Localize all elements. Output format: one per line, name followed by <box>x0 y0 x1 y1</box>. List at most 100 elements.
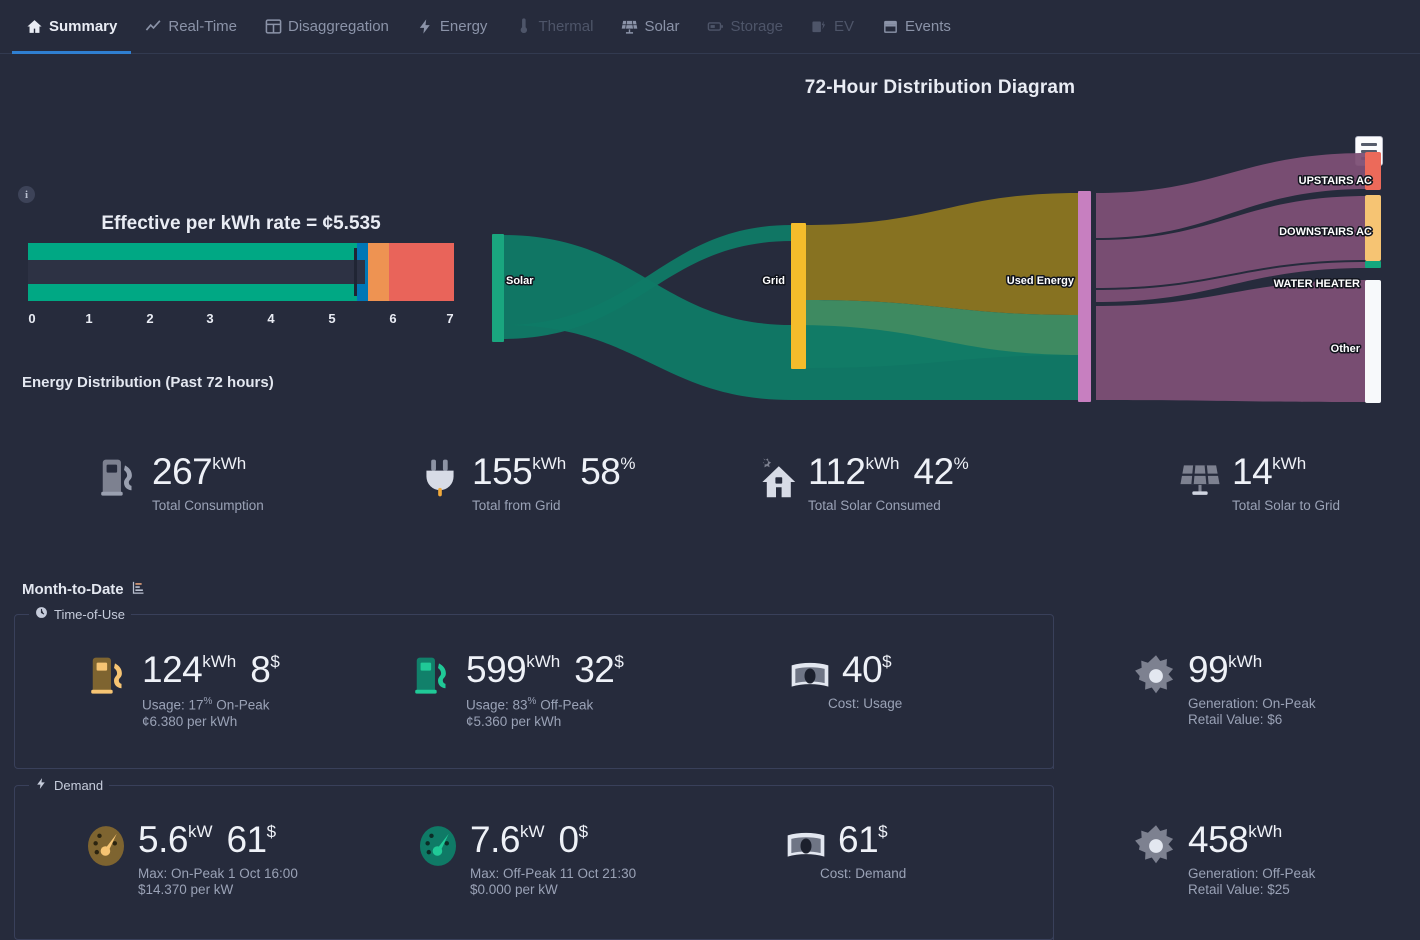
info-icon[interactable]: i <box>18 186 35 203</box>
report-icon[interactable] <box>131 580 146 599</box>
stat-cost-demand: 61 $ Cost: Demand <box>662 820 982 897</box>
stat-unit: kW <box>187 822 213 841</box>
stat-caption-2: Retail Value: $25 <box>1188 882 1290 897</box>
stat-caption: Generation: Off-Peak <box>1188 866 1316 881</box>
stat-caption: Cost: Usage <box>828 696 903 711</box>
time-of-use-stats: 124 kWh 8 $ Usage: 17% On-Peak ¢6.380 pe… <box>22 650 982 729</box>
stat-value: 124 <box>142 649 203 690</box>
tab-events[interactable]: Events <box>868 0 965 54</box>
stat-unit: $ <box>878 822 888 841</box>
stat-body: 7.6 kW 0 $ Max: Off-Peak 11 Oct 21:30 $0… <box>464 820 636 898</box>
stat-value-secondary: 32 <box>574 649 615 690</box>
tab-disaggregation[interactable]: Disaggregation <box>251 0 403 54</box>
fuel-pump-icon <box>94 452 146 504</box>
gauge-onpeak-icon <box>80 820 132 872</box>
month-to-date-label: Month-to-Date <box>22 581 124 598</box>
time-of-use-legend: Time-of-Use <box>29 606 131 622</box>
solar-panel-icon <box>621 18 638 35</box>
stat-body: 267 kWh Total Consumption <box>146 452 264 514</box>
stat-caption: Usage: 83% Off-Peak <box>466 696 624 713</box>
stat-value-line: 5.6 kW 61 $ <box>138 820 298 860</box>
bullet-target-marker <box>354 248 357 296</box>
stat-unit: kWh <box>1248 822 1283 841</box>
stat-caption: Total Solar to Grid <box>1232 498 1341 513</box>
tab-real-time[interactable]: Real-Time <box>131 0 251 54</box>
stat-caption-2: $14.370 per kW <box>138 882 234 897</box>
tab-label: EV <box>834 18 855 35</box>
stat-unit-secondary: $ <box>614 652 624 671</box>
stat-body: 5.6 kW 61 $ Max: On-Peak 1 Oct 16:00 $14… <box>132 820 298 898</box>
demand-legend: Demand <box>29 777 109 793</box>
stat-value-secondary: 42 <box>913 451 955 492</box>
caption-text-post: Off-Peak <box>536 697 594 713</box>
stat-total-from-grid: 155 kWh 58 % Total from Grid <box>366 452 710 513</box>
caption-text: Usage: 83 <box>466 697 528 713</box>
time-of-use-label: Time-of-Use <box>54 606 126 622</box>
stat-value: 7.6 <box>470 819 520 860</box>
stat-value: 112 <box>808 451 866 492</box>
stat-value-line: 40 $ <box>842 650 902 690</box>
sankey-node-used-energy <box>1078 191 1091 402</box>
stat-unit: kWh <box>532 454 567 473</box>
stat-value-secondary: 0 <box>558 819 579 860</box>
stat-generation-on-peak: 99 kWh Generation: On-Peak Retail Value:… <box>1130 650 1316 727</box>
tab-energy[interactable]: Energy <box>403 0 502 54</box>
stat-unit: kW <box>519 822 545 841</box>
stat-unit: kWh <box>202 652 237 671</box>
bullet-range-3 <box>368 243 389 301</box>
plug-icon <box>414 452 466 504</box>
stat-off-peak-usage: 599 kWh 32 $ Usage: 83% Off-Peak ¢5.360 … <box>322 650 662 729</box>
tab-storage[interactable]: Storage <box>693 0 797 54</box>
stat-caption: Cost: Demand <box>820 866 907 881</box>
tab-label: Thermal <box>538 18 594 35</box>
sankey-node-label: Other <box>1331 343 1361 355</box>
tab-thermal[interactable]: Thermal <box>501 0 607 54</box>
stat-value: 14 <box>1232 451 1273 492</box>
chart-line-icon <box>145 18 162 35</box>
stat-caption-2: ¢5.360 per kWh <box>466 713 562 729</box>
bolt-icon <box>417 18 434 35</box>
bullet-chart: 0 1 2 3 4 5 6 7 <box>28 243 454 343</box>
stat-value: 458 <box>1188 819 1249 860</box>
money-icon <box>780 820 832 872</box>
stat-body: 99 kWh Generation: On-Peak Retail Value:… <box>1182 650 1316 728</box>
stat-value-line: 267 kWh <box>152 452 264 492</box>
grid-icon <box>265 18 282 35</box>
stat-value-line: 99 kWh <box>1188 650 1316 690</box>
stat-unit: kWh <box>526 652 561 671</box>
stat-value: 267 <box>152 451 213 492</box>
axis-tick: 2 <box>146 311 154 326</box>
main-tab-bar: Summary Real-Time Disaggregation Energy <box>0 0 1420 54</box>
demand-stats: 5.6 kW 61 $ Max: On-Peak 1 Oct 16:00 $14… <box>22 820 982 897</box>
stat-value-line: 599 kWh 32 $ <box>466 650 624 690</box>
tab-summary[interactable]: Summary <box>12 0 132 54</box>
stat-cost-usage: 40 $ Cost: Usage <box>662 650 982 729</box>
stat-caption-2: ¢6.380 per kWh <box>142 713 238 729</box>
stat-generation-off-peak: 458 kWh Generation: Off-Peak Retail Valu… <box>1130 820 1315 897</box>
stat-body: 599 kWh 32 $ Usage: 83% Off-Peak ¢5.360 … <box>460 650 624 729</box>
fuel-pump-onpeak-icon <box>84 650 136 702</box>
stat-value-line: 124 kWh 8 $ <box>142 650 280 690</box>
stat-caption-2: Retail Value: $6 <box>1188 712 1283 727</box>
stat-caption: Usage: 17% On-Peak <box>142 696 280 713</box>
stat-body: 61 $ Cost: Demand <box>820 820 906 882</box>
bullet-chart-title: Effective per kWh rate = ¢5.535 <box>101 213 381 234</box>
stat-unit: kWh <box>212 454 247 473</box>
clock-icon <box>35 606 48 622</box>
stat-value-line: 155 kWh 58 % <box>472 452 636 492</box>
stat-value-line: 7.6 kW 0 $ <box>470 820 636 860</box>
sankey-node-label: WATER HEATER <box>1274 278 1360 290</box>
stat-caption: Total from Grid <box>472 498 561 513</box>
stat-body: 14 kWh Total Solar to Grid <box>1226 451 1341 514</box>
stat-value-secondary: 61 <box>226 819 267 860</box>
section-divider <box>1053 812 1054 940</box>
thermometer-icon <box>515 18 532 35</box>
stat-body: 155 kWh 58 % Total from Grid <box>466 452 636 514</box>
stat-total-solar-consumed: 112 kWh 42 % Total Solar Consumed <box>710 452 1054 513</box>
tab-ev[interactable]: EV <box>797 0 868 54</box>
tab-label: Summary <box>49 18 118 35</box>
tab-solar[interactable]: Solar <box>607 0 693 54</box>
bullet-axis: 0 1 2 3 4 5 6 7 <box>28 311 454 333</box>
stat-value: 155 <box>472 451 533 492</box>
stat-unit-secondary: $ <box>266 822 277 841</box>
